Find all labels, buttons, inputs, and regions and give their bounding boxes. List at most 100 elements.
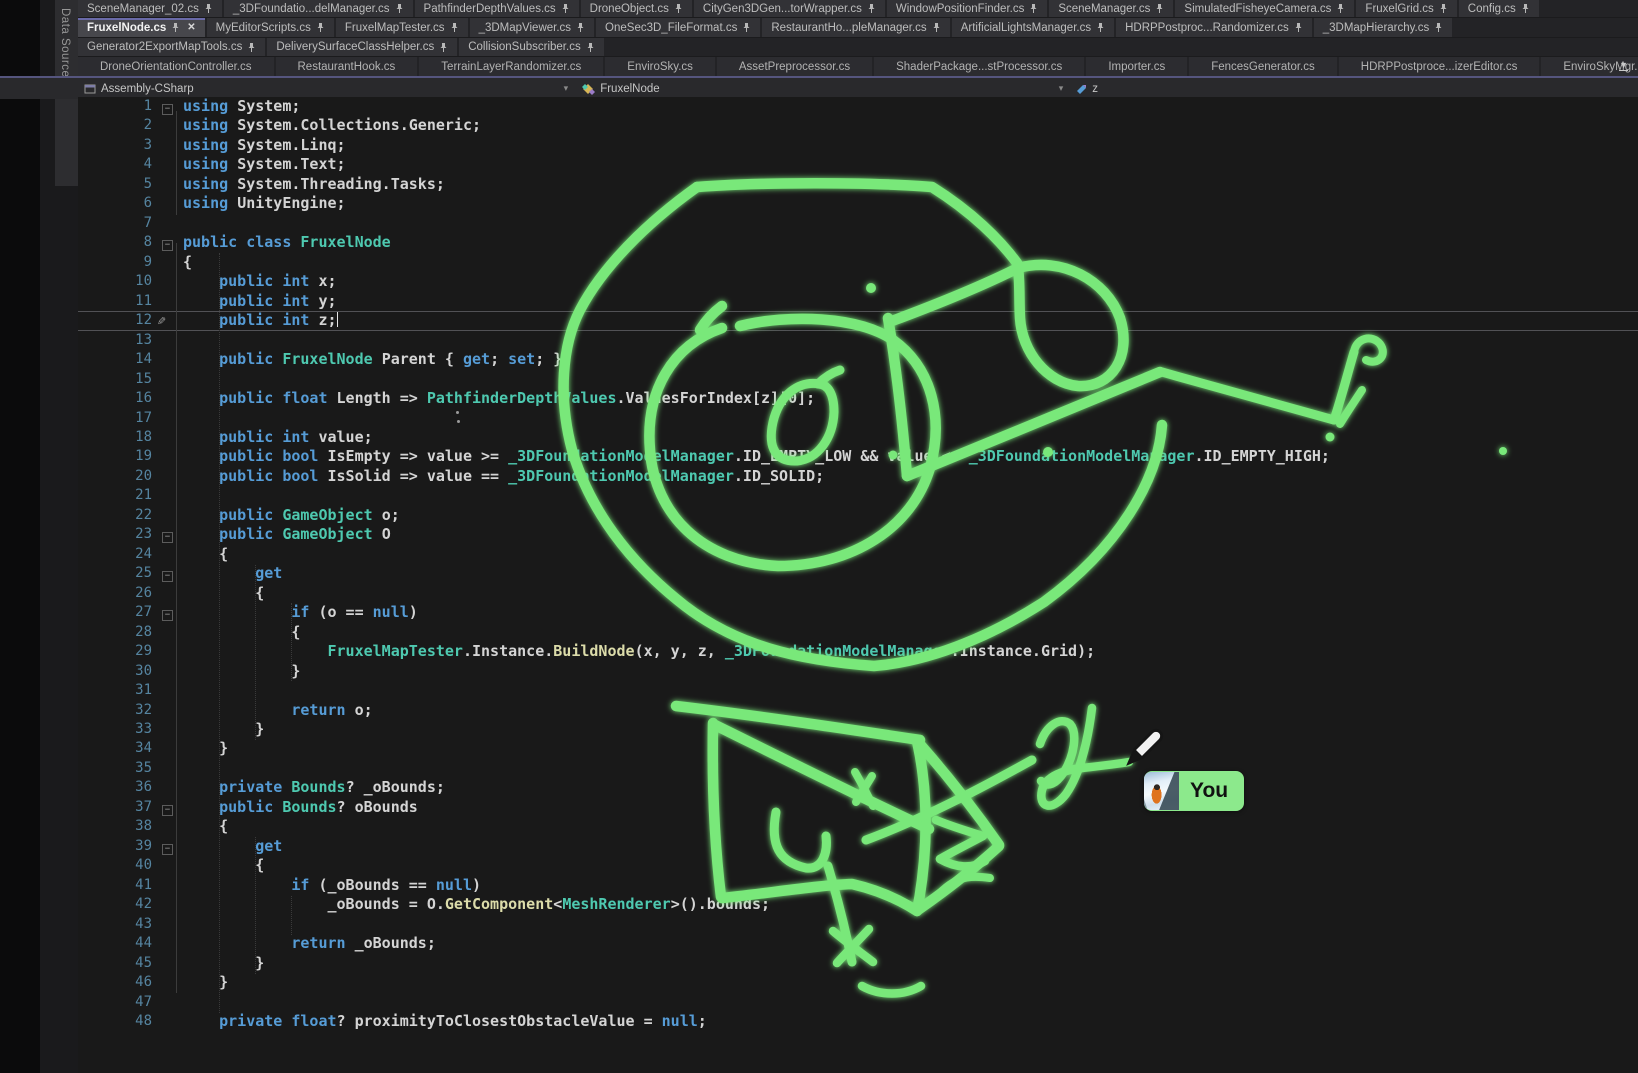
code-text[interactable]: { [183,623,1638,642]
code-text[interactable]: if (_oBounds == null) [183,876,1638,895]
code-text[interactable]: } [183,662,1638,681]
tab--3dmapviewer-cs[interactable]: _3DMapViewer.cs [470,18,594,37]
fold-toggle[interactable]: − [162,844,173,855]
fold-toggle[interactable]: − [162,104,173,115]
tab-terrainlayerrandomizer-cs[interactable]: TerrainLayerRandomizer.cs [419,57,603,76]
code-text[interactable]: public bool IsEmpty => value >= _3DFound… [183,447,1638,466]
tab-onesec3d-fileformat-cs[interactable]: OneSec3D_FileFormat.cs [596,18,760,37]
tab-envirosky-cs[interactable]: EnviroSky.cs [605,57,715,76]
code-text[interactable]: public bool IsSolid => value == _3DFound… [183,467,1638,486]
code-text[interactable]: _oBounds = O.GetComponent<MeshRenderer>(… [183,895,1638,914]
pin-icon[interactable] [450,22,459,33]
code-text[interactable]: public int z; [183,311,1638,330]
tab-deliverysurfaceclasshelper-cs[interactable]: DeliverySurfaceClassHelper.cs [267,38,457,56]
code-text[interactable]: public float Length => PathfinderDepthVa… [183,389,1638,408]
code-text[interactable]: public Bounds? oBounds [183,798,1638,817]
code-text[interactable] [183,993,1638,1012]
tab--3dfoundatio-delmanager-cs[interactable]: _3DFoundatio...delManager.cs [224,0,413,17]
tab-importer-cs[interactable]: Importer.cs [1086,57,1187,76]
code-text[interactable]: get [183,564,1638,583]
tab-scenemanager-02-cs[interactable]: SceneManager_02.cs [78,0,222,17]
code-text[interactable]: { [183,545,1638,564]
pin-icon[interactable] [1096,22,1105,33]
tab-artificiallightsmanager-cs[interactable]: ArtificialLightsManager.cs [952,18,1114,37]
pin-icon[interactable] [395,3,404,14]
fold-toggle[interactable]: − [162,571,173,582]
code-text[interactable]: using System.Threading.Tasks; [183,175,1638,194]
code-text[interactable]: using System.Collections.Generic; [183,116,1638,135]
tab-overflow-chevron[interactable]: ▼ [1619,60,1628,71]
tab-hdrppostproc-randomizer-cs[interactable]: HDRPPostproc...Randomizer.cs [1116,18,1312,37]
code-text[interactable] [183,409,1638,428]
pin-icon[interactable] [204,3,213,14]
code-text[interactable]: return o; [183,701,1638,720]
pin-icon[interactable] [1439,3,1448,14]
pin-icon[interactable] [1434,22,1443,33]
code-text[interactable]: { [183,253,1638,272]
breadcrumb-member[interactable]: z [1075,83,1098,95]
pin-icon[interactable] [576,22,585,33]
pin-icon[interactable] [1029,3,1038,14]
tab-restaurantho-plemanager-cs[interactable]: RestaurantHo...pleManager.cs [762,18,949,37]
code-text[interactable] [183,759,1638,778]
code-text[interactable]: { [183,856,1638,875]
code-text[interactable]: } [183,954,1638,973]
code-text[interactable] [183,486,1638,505]
code-text[interactable]: public GameObject o; [183,506,1638,525]
tab-myeditorscripts-cs[interactable]: MyEditorScripts.cs [207,18,334,37]
code-text[interactable]: public FruxelNode Parent { get; set; } [183,350,1638,369]
code-text[interactable]: FruxelMapTester.Instance.BuildNode(x, y,… [183,642,1638,661]
code-text[interactable]: using System.Text; [183,155,1638,174]
code-text[interactable]: public int value; [183,428,1638,447]
pin-icon[interactable] [171,22,180,33]
tab-fruxelmaptester-cs[interactable]: FruxelMapTester.cs [336,18,468,37]
code-text[interactable]: get [183,837,1638,856]
code-text[interactable]: using System; [183,97,1638,116]
tab--3dmaphierarchy-cs[interactable]: _3DMapHierarchy.cs [1314,18,1453,37]
code-text[interactable]: return _oBounds; [183,934,1638,953]
tab-fencesgenerator-cs[interactable]: FencesGenerator.cs [1189,57,1337,76]
tab-fruxelgrid-cs[interactable]: FruxelGrid.cs [1356,0,1456,17]
code-text[interactable]: } [183,720,1638,739]
code-text[interactable]: private Bounds? _oBounds; [183,778,1638,797]
pin-icon[interactable] [1521,3,1530,14]
tab-collisionsubscriber-cs[interactable]: CollisionSubscriber.cs [459,38,604,56]
code-text[interactable]: { [183,817,1638,836]
tab-droneorientationcontroller-cs[interactable]: DroneOrientationController.cs [78,57,274,76]
tab-shaderpackage-stprocessor-cs[interactable]: ShaderPackage...stProcessor.cs [874,57,1084,76]
breadcrumb-dropdown-icon-2[interactable]: ▾ [1059,83,1064,94]
tab-generator2exportmaptools-cs[interactable]: Generator2ExportMapTools.cs [78,38,265,56]
fold-toggle[interactable]: − [162,240,173,251]
tab-pathfinderdepthvalues-cs[interactable]: PathfinderDepthValues.cs [415,0,579,17]
code-text[interactable] [183,214,1638,233]
pin-icon[interactable] [586,42,595,53]
code-text[interactable]: } [183,739,1638,758]
code-text[interactable]: { [183,584,1638,603]
tab-droneobject-cs[interactable]: DroneObject.cs [581,0,692,17]
code-text[interactable] [183,331,1638,350]
pin-icon[interactable] [1155,3,1164,14]
tab-simulatedfisheyecamera-cs[interactable]: SimulatedFisheyeCamera.cs [1175,0,1354,17]
tab-scenemanager-cs[interactable]: SceneManager.cs [1049,0,1173,17]
pin-icon[interactable] [742,22,751,33]
pin-icon[interactable] [1336,3,1345,14]
code-text[interactable]: public int x; [183,272,1638,291]
breadcrumb-type[interactable]: FruxelNode [582,83,659,95]
pin-icon[interactable] [674,3,683,14]
tab-fruxelnode-cs[interactable]: FruxelNode.cs✕ [78,18,205,37]
tab-hdrppostproce-izereditor-cs[interactable]: HDRPPostproce...izerEditor.cs [1339,57,1540,76]
code-text[interactable] [183,915,1638,934]
code-text[interactable] [183,681,1638,700]
pin-icon[interactable] [1294,22,1303,33]
fold-toggle[interactable]: − [162,532,173,543]
pin-icon[interactable] [247,42,256,53]
code-text[interactable]: public int y; [183,292,1638,311]
tab-citygen3dgen-torwrapper-cs[interactable]: CityGen3DGen...torWrapper.cs [694,0,885,17]
code-text[interactable]: if (o == null) [183,603,1638,622]
breadcrumb-project[interactable]: Assembly-CSharp [84,83,194,95]
tab-assetpreprocessor-cs[interactable]: AssetPreprocessor.cs [717,57,872,76]
code-text[interactable]: } [183,973,1638,992]
code-text[interactable]: public class FruxelNode [183,233,1638,252]
code-editor[interactable]: 1−using System;2using System.Collections… [78,97,1638,1073]
close-icon[interactable]: ✕ [187,22,195,33]
